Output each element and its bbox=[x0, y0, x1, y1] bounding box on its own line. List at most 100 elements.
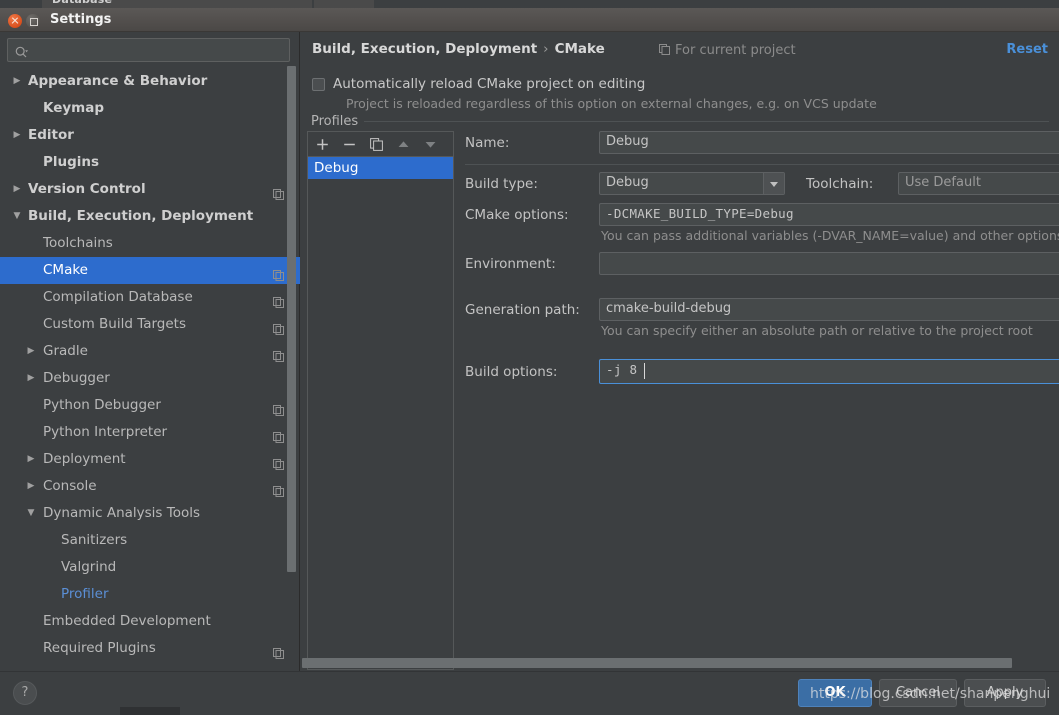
add-profile-button[interactable] bbox=[310, 132, 335, 155]
sidebar-item-compilation-database[interactable]: Compilation Database bbox=[0, 284, 300, 311]
sidebar-item-plugins[interactable]: Plugins bbox=[0, 149, 300, 176]
chevron-right-icon[interactable]: ▶ bbox=[24, 365, 38, 392]
sidebar-item-editor[interactable]: ▶ Editor bbox=[0, 122, 300, 149]
auto-reload-checkbox[interactable] bbox=[312, 78, 325, 91]
name-field[interactable]: Debug bbox=[599, 131, 1059, 154]
sidebar-item-gradle[interactable]: ▶ Gradle bbox=[0, 338, 300, 365]
sidebar-item-label: Debugger bbox=[43, 370, 110, 386]
copy-scope-icon bbox=[273, 480, 284, 497]
sidebar-item-label: Keymap bbox=[43, 100, 105, 116]
toolchain-value: Use Default bbox=[905, 175, 981, 190]
chevron-down-icon[interactable]: ▼ bbox=[24, 500, 38, 527]
move-down-button[interactable] bbox=[418, 132, 443, 155]
copy-scope-icon bbox=[273, 264, 284, 281]
sidebar-item-console[interactable]: ▶ Console bbox=[0, 473, 300, 500]
copy-scope-icon bbox=[273, 453, 284, 470]
cmake-options-label: CMake options: bbox=[465, 207, 569, 223]
chevron-right-icon[interactable]: ▶ bbox=[24, 473, 38, 500]
profiles-toolbar bbox=[307, 131, 454, 156]
sidebar-item-label: Compilation Database bbox=[43, 289, 193, 305]
sidebar-item-label: Version Control bbox=[28, 181, 146, 197]
generation-path-field[interactable]: cmake-build-debug bbox=[599, 298, 1059, 321]
build-type-combobox[interactable]: Debug bbox=[599, 172, 785, 195]
scope-label: For current project bbox=[675, 43, 796, 58]
auto-reload-label[interactable]: Automatically reload CMake project on ed… bbox=[333, 76, 645, 92]
move-up-button[interactable] bbox=[391, 132, 416, 155]
sidebar-item-valgrind[interactable]: Valgrind bbox=[0, 554, 300, 581]
toolchain-label: Toolchain: bbox=[806, 176, 874, 192]
sidebar-item-dynamic-analysis-tools[interactable]: ▼ Dynamic Analysis Tools bbox=[0, 500, 300, 527]
apply-button[interactable]: Apply bbox=[964, 679, 1046, 707]
sidebar-item-version-control[interactable]: ▶ Version Control bbox=[0, 176, 300, 203]
window-title: Settings bbox=[50, 12, 112, 27]
build-options-label: Build options: bbox=[465, 364, 558, 380]
sidebar-item-python-interpreter[interactable]: Python Interpreter bbox=[0, 419, 300, 446]
chevron-right-icon[interactable]: ▶ bbox=[24, 338, 38, 365]
sidebar-item-embedded-development[interactable]: Embedded Development bbox=[0, 608, 300, 635]
sidebar-item-label: Required Plugins bbox=[43, 640, 156, 656]
name-label: Name: bbox=[465, 135, 510, 151]
ok-button[interactable]: OK bbox=[798, 679, 872, 707]
generation-path-hint: You can specify either an absolute path … bbox=[601, 323, 1033, 338]
content-hscrollbar-thumb[interactable] bbox=[302, 658, 1012, 668]
auto-reload-hint: Project is reloaded regardless of this o… bbox=[346, 96, 877, 111]
profile-list-item[interactable]: Debug bbox=[308, 157, 453, 179]
copy-scope-icon bbox=[659, 44, 670, 55]
search-box[interactable] bbox=[7, 38, 290, 62]
sidebar-item-label: Console bbox=[43, 478, 97, 494]
toolchain-combobox[interactable]: Use Default bbox=[898, 172, 1059, 195]
breadcrumb: Build, Execution, Deployment › CMake bbox=[312, 41, 605, 57]
chevron-down-icon[interactable] bbox=[763, 173, 784, 194]
sidebar-item-appearance-behavior[interactable]: ▶ Appearance & Behavior bbox=[0, 68, 300, 95]
build-options-field[interactable]: -j 8 bbox=[599, 359, 1059, 384]
sidebar-item-required-plugins[interactable]: Required Plugins bbox=[0, 635, 300, 662]
copy-profile-button[interactable] bbox=[364, 132, 389, 155]
settings-dialog: Database Settings ▶Appearance & Behavior… bbox=[0, 0, 1059, 715]
settings-sidebar: ▶ Appearance & Behavior Keymap ▶ Editor Plugi… bbox=[0, 32, 300, 671]
close-icon[interactable] bbox=[8, 14, 22, 28]
sidebar-item-label: CMake bbox=[43, 262, 88, 278]
reset-link[interactable]: Reset bbox=[1006, 42, 1048, 57]
sidebar-item-python-debugger[interactable]: Python Debugger bbox=[0, 392, 300, 419]
chevron-down-icon[interactable]: ▼ bbox=[10, 203, 24, 230]
chevron-right-icon[interactable]: ▶ bbox=[10, 68, 24, 95]
sidebar-item-label: Gradle bbox=[43, 343, 88, 359]
help-button[interactable]: ? bbox=[13, 681, 37, 705]
sidebar-item-label: Build, Execution, Deployment bbox=[28, 208, 254, 224]
remove-profile-button[interactable] bbox=[337, 132, 362, 155]
cancel-button[interactable]: Cancel bbox=[879, 679, 957, 707]
maximize-icon[interactable] bbox=[26, 14, 40, 28]
sidebar-item-custom-build-targets[interactable]: Custom Build Targets bbox=[0, 311, 300, 338]
sidebar-scrollbar-thumb[interactable] bbox=[287, 66, 296, 572]
sidebar-item-label: Appearance & Behavior bbox=[28, 73, 208, 89]
sidebar-item-profiler[interactable]: Profiler bbox=[0, 581, 300, 608]
chevron-right-icon[interactable]: ▶ bbox=[10, 176, 24, 203]
cmake-options-hint: You can pass additional variables (-DVAR… bbox=[601, 228, 1059, 243]
sidebar-item-build-execution-deployment[interactable]: ▼ Build, Execution, Deployment bbox=[0, 203, 300, 230]
build-type-value: Debug bbox=[606, 175, 649, 190]
chevron-right-icon[interactable]: ▶ bbox=[24, 446, 38, 473]
settings-content: Build, Execution, Deployment › CMake For c… bbox=[301, 32, 1059, 671]
breadcrumb-parent[interactable]: Build, Execution, Deployment bbox=[312, 41, 537, 57]
environment-field[interactable] bbox=[599, 252, 1059, 275]
copy-scope-icon bbox=[273, 642, 284, 659]
profiles-group-divider bbox=[361, 121, 1049, 122]
search-input[interactable] bbox=[38, 39, 283, 61]
sidebar-item-label: Profiler bbox=[61, 586, 109, 602]
sidebar-item-sanitizers[interactable]: Sanitizers bbox=[0, 527, 300, 554]
profiles-panel: Debug bbox=[307, 131, 454, 670]
settings-tree[interactable]: ▶ Appearance & Behavior Keymap ▶ Editor Plugi… bbox=[0, 68, 300, 671]
name-value: Debug bbox=[606, 134, 649, 149]
chevron-right-icon[interactable]: ▶ bbox=[10, 122, 24, 149]
text-caret bbox=[644, 363, 645, 379]
sidebar-item-label: Python Debugger bbox=[43, 397, 161, 413]
copy-scope-icon bbox=[273, 345, 284, 362]
copy-scope-icon bbox=[273, 291, 284, 308]
cmake-options-field[interactable]: -DCMAKE_BUILD_TYPE=Debug bbox=[599, 203, 1059, 226]
sidebar-item-keymap[interactable]: Keymap bbox=[0, 95, 300, 122]
sidebar-item-toolchains[interactable]: Toolchains bbox=[0, 230, 300, 257]
profiles-list[interactable]: Debug bbox=[307, 156, 454, 670]
sidebar-item-deployment[interactable]: ▶ Deployment bbox=[0, 446, 300, 473]
sidebar-item-debugger[interactable]: ▶ Debugger bbox=[0, 365, 300, 392]
sidebar-item-cmake[interactable]: CMake bbox=[0, 257, 300, 284]
